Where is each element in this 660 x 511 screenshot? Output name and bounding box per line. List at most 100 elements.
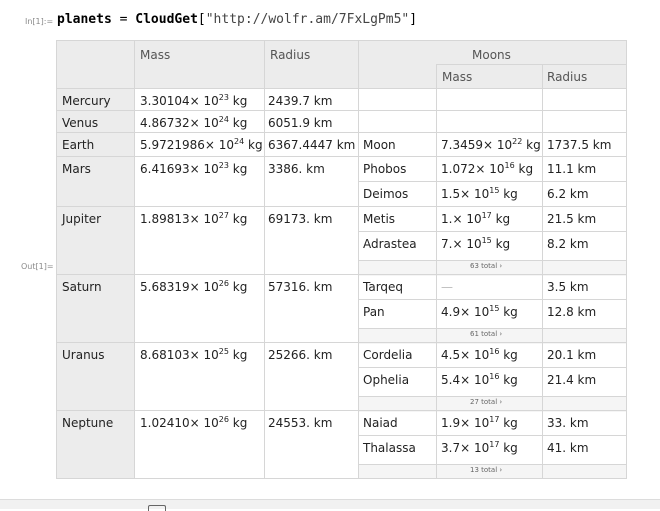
unit-kg: kg (499, 416, 518, 430)
moon-name: Naiad (363, 416, 398, 430)
unit-kg: kg (228, 162, 248, 176)
mantissa: 5.68319 (140, 280, 190, 294)
moons-subheader-line (436, 64, 627, 65)
times-ten: × 10 (204, 138, 235, 152)
unit-kg: kg (499, 373, 518, 387)
input-code[interactable]: planets = CloudGet["http://wolfr.am/7FxL… (57, 12, 417, 27)
row-separator (56, 410, 627, 411)
times-ten: × 10 (452, 237, 482, 251)
moon-radius: 11.1 km (547, 162, 597, 176)
out-label: Out[1]= (21, 262, 54, 271)
times-ten: × 10 (452, 212, 482, 226)
times-ten: × 10 (189, 94, 219, 108)
planet-name: Neptune (62, 416, 114, 430)
moon-radius: 33. km (547, 416, 589, 430)
planet-mass: 5.68319× 1026 kg (140, 279, 247, 296)
vline-moon-radius (542, 64, 543, 479)
unit-kg: kg (499, 441, 518, 455)
row-separator (56, 110, 627, 111)
row-separator (56, 132, 627, 133)
planet-name: Mars (62, 162, 91, 176)
times-ten: × 10 (189, 280, 219, 294)
planet-name: Mercury (62, 94, 111, 108)
missing-value: — (441, 280, 453, 294)
unit-kg: kg (499, 305, 518, 319)
mantissa: 1.02410 (140, 416, 190, 430)
mantissa: 3.30104 (140, 94, 190, 108)
moon-radius: 8.2 km (547, 237, 589, 251)
unit-kg: kg (499, 187, 518, 201)
exponent: 17 (489, 415, 500, 424)
planet-radius: 24553. km (268, 416, 333, 430)
row-separator (56, 274, 627, 275)
grid-left (56, 40, 57, 479)
moon-name: Adrastea (363, 237, 417, 251)
toolbar-icon[interactable] (148, 505, 166, 511)
exponent: 15 (489, 186, 500, 195)
planet-mass: 4.86732× 1024 kg (140, 115, 248, 132)
planet-name: Venus (62, 116, 99, 130)
unit-kg: kg (244, 138, 263, 152)
moon-radius: 21.5 km (547, 212, 597, 226)
exponent: 23 (218, 93, 229, 102)
mantissa: 3.7 (441, 441, 461, 455)
unit-kg: kg (228, 348, 248, 362)
exponent: 15 (489, 304, 500, 313)
jupiter-moons-total-link[interactable]: 63 total › (470, 262, 502, 270)
moon-separator (358, 181, 627, 182)
times-ten: × 10 (189, 212, 219, 226)
moon-name: Deimos (363, 187, 409, 201)
times-ten: × 10 (460, 305, 490, 319)
planet-name: Earth (62, 138, 95, 152)
unit-kg: kg (228, 116, 248, 130)
vline-moon-mass (436, 64, 437, 479)
saturn-moons-total-link[interactable]: 61 total › (470, 330, 502, 338)
unit-kg: kg (499, 348, 518, 362)
exponent: 15 (481, 236, 492, 245)
input-variable: planets (57, 12, 112, 27)
mantissa: 5.9721986 (140, 138, 205, 152)
total-separator (358, 396, 627, 397)
mantissa: 1.5 (441, 187, 461, 201)
mantissa: 1.89813 (140, 212, 190, 226)
moon-name: Pan (363, 305, 385, 319)
planet-radius: 57316. km (268, 280, 333, 294)
in-label: In[1]:= (25, 17, 54, 26)
moon-radius: 41. km (547, 441, 589, 455)
moon-name: Tarqeq (363, 280, 404, 294)
exponent: 24 (234, 137, 245, 146)
moon-name: Thalassa (363, 441, 416, 455)
moon-name: Ophelia (363, 373, 410, 387)
times-ten: × 10 (460, 348, 490, 362)
moon-separator (358, 435, 627, 436)
planet-radius: 6367.4447 km (268, 138, 356, 152)
moon-name: Metis (363, 212, 396, 226)
moon-radius: 1737.5 km (547, 138, 612, 152)
input-function: CloudGet (135, 12, 198, 27)
times-ten: × 10 (460, 416, 490, 430)
input-open-bracket: [ (197, 12, 206, 27)
moon-name: Phobos (363, 162, 407, 176)
total-separator (358, 464, 627, 465)
moon-mass: 5.4× 1016 kg (441, 372, 518, 389)
radius-header: Radius (270, 48, 311, 62)
vline-radius (264, 40, 265, 479)
total-separator (358, 260, 627, 261)
moon-mass: 7.3459× 1022 kg (441, 137, 541, 154)
times-ten: × 10 (189, 416, 219, 430)
planet-mass: 5.9721986× 1024 kg (140, 137, 263, 154)
mantissa: 1.9 (441, 416, 461, 430)
total-separator (358, 328, 627, 329)
moon-radius-header: Radius (547, 70, 588, 84)
moon-mass: 3.7× 1017 kg (441, 440, 518, 457)
neptune-moons-total-link[interactable]: 13 total › (470, 466, 502, 474)
row-separator (56, 206, 627, 207)
uranus-moons-total-link[interactable]: 27 total › (470, 398, 502, 406)
times-ten: × 10 (483, 138, 513, 152)
moon-separator (358, 367, 627, 368)
moon-radius: 6.2 km (547, 187, 589, 201)
moon-mass-header: Mass (442, 70, 473, 84)
exponent: 16 (489, 372, 500, 381)
exponent: 16 (489, 347, 500, 356)
mantissa: 8.68103 (140, 348, 190, 362)
